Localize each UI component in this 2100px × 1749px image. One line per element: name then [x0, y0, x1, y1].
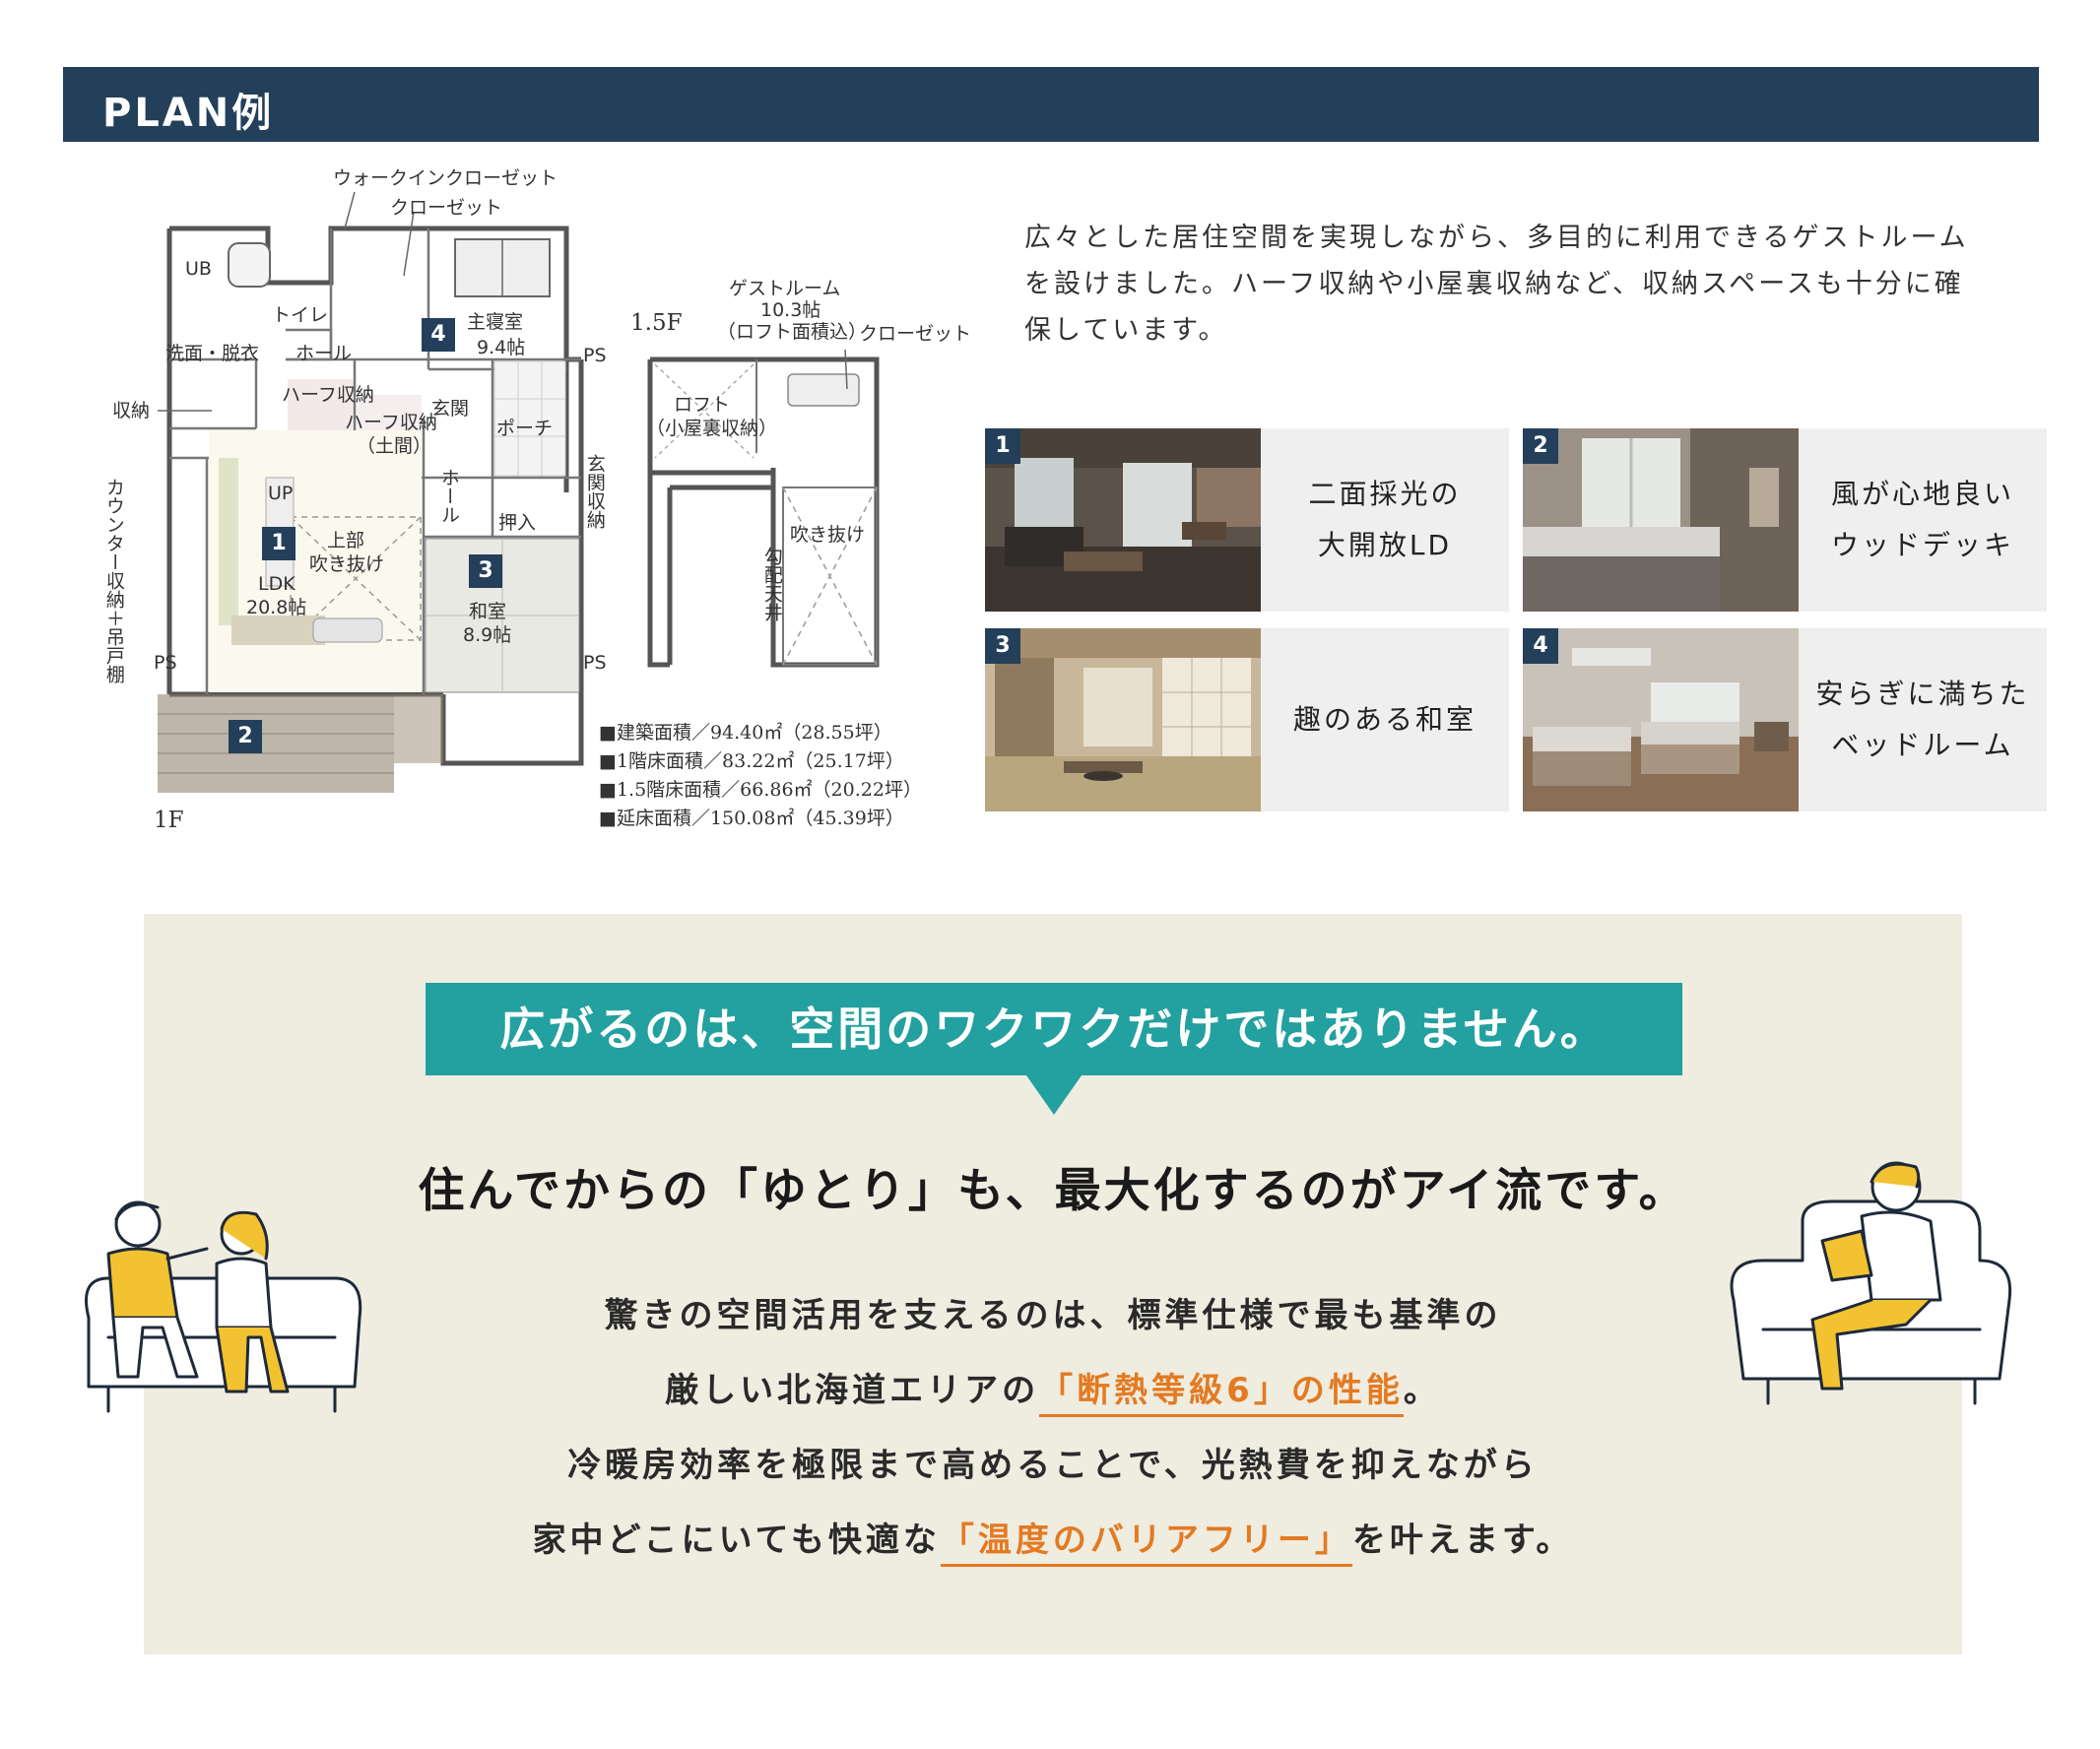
floor-15f-label: 1.5F [630, 310, 683, 336]
master-bedroom-label: 主寝室 [467, 311, 524, 333]
man-reading-illustration [1730, 1161, 2012, 1405]
card-number-4: 4 [1523, 628, 1558, 664]
feature-line-1: 驚きの空間活用を支えるのは、標準仕様で最も基準の [604, 1296, 1502, 1335]
photo-card-2: 2 風が心地良い ウッドデッキ [1523, 428, 2047, 612]
storage-label: 収納 [112, 400, 151, 421]
stat-15f-area: ■1.5階床面積／66.86㎡（20.22坪） [599, 779, 922, 801]
closet-label: クローゼット [390, 197, 503, 219]
entrance-label: 玄関 [431, 398, 470, 420]
bedroom-photo [1523, 628, 1799, 811]
card-caption-3: 趣のある和室 [1292, 703, 1477, 736]
ldk-label: LDK [258, 573, 295, 595]
japanese-room-label: 和室 [469, 601, 507, 622]
card-caption-1: 二面採光の 大開放LD [1308, 478, 1462, 561]
feature-line-2-pre: 厳しい北海道エリアの [665, 1371, 1040, 1410]
doma-label: （土間） [357, 435, 432, 457]
barrier-free-highlight: 「温度のバリアフリー」 [940, 1521, 1352, 1567]
half-storage-label: ハーフ収納 [282, 384, 374, 406]
counter-storage-label: カウンター収納＋吊戸棚 [102, 478, 125, 683]
feature-line-4-pre: 家中どこにいても快適な [532, 1521, 941, 1560]
plan-title: PLAN例 [102, 91, 275, 136]
plan-badge-3: 3 [469, 554, 502, 588]
japanese-room-size: 8.9帖 [463, 624, 512, 646]
plan-badge-2: 2 [229, 720, 262, 753]
hall-label-mid: ホール [437, 468, 460, 524]
feature-line-3: 冷暖房効率を極限まで高めることで、光熱費を抑えながら [567, 1446, 1539, 1485]
plan-badge-4: 4 [422, 318, 455, 352]
entrance-storage-label: 玄関収納 [583, 454, 606, 529]
void-15f-label: 吹き抜け [790, 524, 866, 546]
feature-line-4: 家中どこにいても快適な「温度のバリアフリー」を叶えます。 [144, 1513, 1962, 1567]
slope-ceiling-label: 勾配天井 [760, 547, 783, 621]
feature-line-4-post: を叶えます。 [1351, 1521, 1574, 1560]
wood-deck-photo [1523, 428, 1799, 612]
feature-line-2: 厳しい北海道エリアの「断熱等級6」の性能。 [144, 1363, 1962, 1417]
up-label: UP [268, 483, 294, 504]
half-storage-doma-label: ハーフ収納 [345, 412, 437, 433]
ps-label-3: PS [583, 652, 607, 674]
photo-card-3: 3 趣のある和室 [985, 628, 1509, 811]
intro-text: 広々とした居住空間を実現しながら、多目的に利用できるゲストルームを設けました。ハ… [1024, 223, 1969, 346]
photo-card-4: 4 安らぎに満ちた ベッドルーム [1523, 628, 2047, 811]
feature-banner-text: 広がるのは、空間のワクワクだけではありません。 [499, 1003, 1608, 1056]
toilet-label: トイレ [272, 304, 329, 326]
feature-line-2-post: 。 [1403, 1371, 1441, 1410]
card-number-1: 1 [985, 428, 1020, 464]
floor-1f-label: 1F [154, 808, 184, 833]
closet-15f-label: クローゼット [859, 323, 972, 345]
banner-pointer [1026, 1075, 1082, 1115]
porch-label: ポーチ [496, 418, 554, 439]
plan-badge-1: 1 [262, 527, 295, 560]
floor-plan: ウォークインクローゼット クローゼット UB トイレ 洗面・脱衣 ホール 主寝室… [98, 162, 985, 842]
guest-room-label: ゲストルーム [729, 278, 841, 299]
card-caption-2: 風が心地良い ウッドデッキ [1830, 478, 2014, 561]
guest-room-size: 10.3帖 [760, 299, 821, 321]
guest-room-note: （ロフト面積込） [717, 321, 868, 343]
insulation-highlight: 「断熱等級6」の性能 [1039, 1371, 1404, 1417]
ldk-size: 20.8帖 [246, 597, 307, 618]
card-number-3: 3 [985, 628, 1020, 664]
ps-label-2: PS [154, 652, 177, 674]
hall-label-top: ホール [295, 343, 353, 364]
photo-card-1: 1 二面採光の 大開放LD [985, 428, 1509, 612]
card-number-2: 2 [1523, 428, 1558, 464]
ps-label-1: PS [583, 345, 607, 366]
master-bedroom-size: 9.4帖 [477, 337, 526, 358]
feature-headline: 住んでからの「ゆとり」も、最大化するのがアイ流です。 [418, 1164, 1688, 1218]
card-caption-4: 安らぎに満ちた ベッドルーム [1815, 678, 2030, 761]
stat-building-area: ■建築面積／94.40㎡（28.55坪） [599, 722, 892, 744]
washroom-label: 洗面・脱衣 [165, 343, 260, 364]
loft-label: ロフト [674, 394, 731, 416]
ldk-photo [985, 428, 1261, 612]
oshiire-label: 押入 [498, 512, 537, 534]
japanese-room-photo [985, 628, 1261, 811]
stat-1f-area: ■1階床面積／83.22㎡（25.17坪） [599, 750, 904, 772]
area-stats: ■建築面積／94.40㎡（28.55坪） ■1階床面積／83.22㎡（25.17… [599, 719, 922, 833]
void-upper-label-2: 吹き抜け [309, 553, 385, 575]
void-upper-label: 上部 [327, 530, 365, 551]
feature-banner: 広がるのは、空間のワクワクだけではありません。 [426, 983, 1682, 1075]
walkin-closet-label: ウォークインクローゼット [333, 167, 558, 189]
ub-label: UB [185, 258, 212, 280]
couple-on-sofa-illustration [85, 1200, 362, 1413]
stat-total-area: ■延床面積／150.08㎡（45.39坪） [599, 808, 904, 829]
loft-note: （小屋裏収納） [646, 418, 778, 439]
plan-header-bar: PLAN例 [63, 67, 2039, 142]
